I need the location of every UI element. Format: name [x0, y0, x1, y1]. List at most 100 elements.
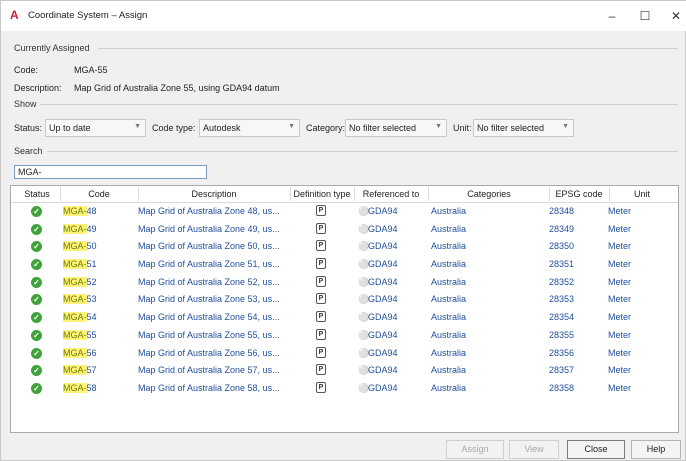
category-cell: Australia [431, 259, 467, 270]
referenced-to-cell: GDA94 [368, 294, 398, 305]
currently-assigned-heading: Currently Assigned [14, 43, 90, 53]
category-filter-dropdown[interactable]: No filter selected ▼ [345, 119, 447, 137]
referenced-to-cell: GDA94 [368, 206, 398, 216]
projected-type-icon: P [316, 240, 326, 252]
maximize-button[interactable]: ☐ [630, 5, 660, 27]
section-divider [47, 151, 678, 152]
column-header-definition-type[interactable]: Definition type [290, 189, 354, 199]
code-type-filter-dropdown[interactable]: Autodesk ▼ [199, 119, 300, 137]
code-cell: MGA-58 [63, 382, 97, 393]
column-header-description[interactable]: Description [139, 189, 289, 199]
epsg-code-cell: 28352 [549, 276, 575, 287]
description-cell: Map Grid of Australia Zone 49, us... [138, 223, 280, 234]
unit-cell: Meter [608, 365, 632, 376]
projected-type-icon: P [316, 258, 326, 270]
code-suffix: 49 [86, 223, 97, 234]
check-circle-icon: ✓ [31, 241, 42, 253]
epsg-code-cell: 28355 [549, 329, 575, 340]
code-suffix: 53 [86, 294, 97, 305]
code-suffix: 50 [86, 241, 97, 252]
referenced-to-cell: GDA94 [368, 382, 398, 393]
column-header-code[interactable]: Code [61, 189, 137, 199]
table-row[interactable]: ✓ MGA-54 Map Grid of Australia Zone 54, us… [11, 309, 678, 327]
code-suffix: 57 [86, 365, 97, 376]
section-divider [40, 104, 678, 105]
table-row[interactable]: ✓ MGA-55 Map Grid of Australia Zone 55, us… [11, 327, 678, 345]
search-match-highlight: MGA- [63, 241, 87, 252]
code-cell: MGA-50 [63, 241, 97, 252]
category-cell: Australia [431, 206, 467, 216]
category-cell: Australia [431, 276, 467, 287]
coordinate-systems-table[interactable]: Status Code Description Definition type … [10, 185, 679, 433]
close-button[interactable]: Close [567, 440, 625, 459]
title-bar: A Coordinate System – Assign – ☐ ✕ [1, 1, 686, 31]
category-cell: Australia [431, 329, 467, 340]
description-cell: Map Grid of Australia Zone 56, us... [138, 347, 280, 358]
projected-type-icon: P [316, 293, 326, 305]
column-header-unit[interactable]: Unit [609, 189, 675, 199]
code-cell: MGA-57 [63, 365, 97, 376]
check-circle-icon: ✓ [31, 365, 42, 377]
table-row[interactable]: ✓ MGA-56 Map Grid of Australia Zone 56, us… [11, 345, 678, 363]
code-label: Code: [14, 65, 39, 75]
column-header-epsg-code[interactable]: EPSG code [549, 189, 609, 199]
chevron-down-icon: ▼ [134, 123, 141, 130]
unit-filter-label: Unit: [453, 123, 472, 133]
table-row[interactable]: ✓ MGA-52 Map Grid of Australia Zone 52, us… [11, 274, 678, 292]
coordinate-system-dialog: A Coordinate System – Assign – ☐ ✕ Curre… [0, 0, 686, 461]
search-match-highlight: MGA- [63, 294, 87, 305]
description-cell: Map Grid of Australia Zone 52, us... [138, 276, 280, 287]
window-title: Coordinate System – Assign [28, 10, 148, 21]
search-match-highlight: MGA- [63, 347, 87, 358]
check-circle-icon: ✓ [31, 206, 42, 217]
view-button[interactable]: View [509, 440, 559, 459]
referenced-to-cell: GDA94 [368, 329, 398, 340]
search-match-highlight: MGA- [63, 259, 87, 270]
table-row[interactable]: ✓ MGA-51 Map Grid of Australia Zone 51, us… [11, 256, 678, 274]
epsg-code-cell: 28354 [549, 312, 575, 323]
table-row[interactable]: ✓ MGA-49 Map Grid of Australia Zone 49, us… [11, 221, 678, 239]
code-suffix: 58 [86, 382, 97, 393]
check-circle-icon: ✓ [31, 347, 42, 359]
help-button[interactable]: Help [631, 440, 681, 459]
epsg-code-cell: 28357 [549, 365, 575, 376]
table-row[interactable]: ✓ MGA-57 Map Grid of Australia Zone 57, us… [11, 362, 678, 380]
referenced-to-cell: GDA94 [368, 276, 398, 287]
code-value: MGA-55 [74, 65, 108, 75]
column-header-status[interactable]: Status [17, 189, 57, 199]
description-label: Description: [14, 83, 62, 93]
category-cell: Australia [431, 223, 467, 234]
search-match-highlight: MGA- [63, 382, 87, 393]
code-suffix: 48 [86, 206, 97, 216]
category-cell: Australia [431, 347, 467, 358]
status-filter-dropdown[interactable]: Up to date ▼ [45, 119, 146, 137]
unit-cell: Meter [608, 347, 632, 358]
search-input[interactable] [14, 165, 207, 179]
unit-filter-dropdown[interactable]: No filter selected ▼ [473, 119, 574, 137]
minimize-button[interactable]: – [597, 5, 627, 27]
code-cell: MGA-49 [63, 223, 97, 234]
referenced-to-cell: GDA94 [368, 223, 398, 234]
column-header-categories[interactable]: Categories [429, 189, 549, 199]
code-cell: MGA-56 [63, 347, 97, 358]
code-type-filter-value: Autodesk [203, 123, 241, 133]
assign-button[interactable]: Assign [446, 440, 504, 459]
close-window-button[interactable]: ✕ [661, 5, 686, 27]
column-header-referenced-to[interactable]: Referenced to [354, 189, 428, 199]
table-row[interactable]: ✓ MGA-50 Map Grid of Australia Zone 50, us… [11, 238, 678, 256]
projected-type-icon: P [316, 328, 326, 340]
autocad-logo-icon: A [10, 8, 19, 22]
table-row[interactable]: ✓ MGA-48 Map Grid of Australia Zone 48, us… [11, 203, 678, 221]
code-suffix: 51 [86, 259, 97, 270]
code-suffix: 52 [86, 276, 97, 287]
projected-type-icon: P [316, 381, 326, 393]
projected-type-icon: P [316, 346, 326, 358]
description-cell: Map Grid of Australia Zone 55, us... [138, 329, 280, 340]
epsg-code-cell: 28350 [549, 241, 575, 252]
referenced-to-cell: GDA94 [368, 347, 398, 358]
code-cell: MGA-53 [63, 294, 97, 305]
table-row[interactable]: ✓ MGA-58 Map Grid of Australia Zone 58, us… [11, 380, 678, 398]
code-suffix: 55 [86, 329, 97, 340]
table-row[interactable]: ✓ MGA-53 Map Grid of Australia Zone 53, us… [11, 291, 678, 309]
unit-cell: Meter [608, 223, 632, 234]
